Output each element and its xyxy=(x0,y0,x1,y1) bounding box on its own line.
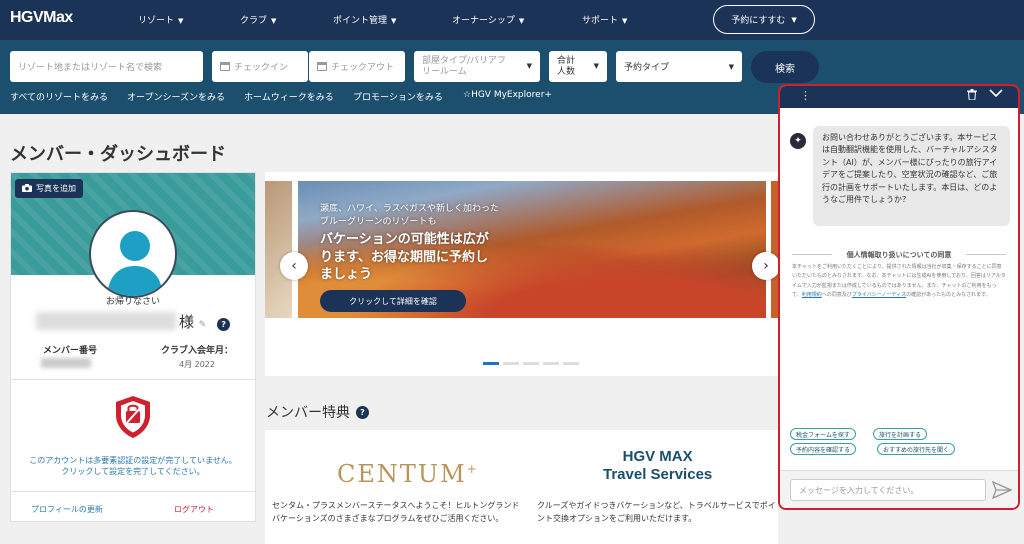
resort-search-input[interactable]: リゾート地またはリゾート名で検索 xyxy=(10,51,203,82)
carousel-next-arrow-icon[interactable]: › xyxy=(752,252,780,280)
more-options-icon[interactable]: ⋮ xyxy=(800,89,811,102)
link-all-resorts[interactable]: すべてのリゾートをみる xyxy=(10,90,108,103)
link-promotions[interactable]: プロモーションをみる xyxy=(353,90,443,103)
link-myexplorer[interactable]: ☆HGV MyExplorer+ xyxy=(463,90,552,100)
booking-type-select[interactable]: 予約タイプ ▼ xyxy=(616,51,742,82)
avatar xyxy=(89,210,177,298)
chat-panel: ⋮ ✦ お問い合わせありがとうございます。本サービスは自動翻訳機能を使用した、バ… xyxy=(778,84,1020,510)
benefits-title: メンバー特典 ? xyxy=(266,402,369,422)
search-button[interactable]: 検索 xyxy=(751,51,819,83)
centum-logo[interactable]: CENTUM+ xyxy=(337,460,479,488)
caret-down-icon: ▼ xyxy=(271,17,277,25)
caret-down-icon: ▼ xyxy=(593,62,599,71)
camera-icon xyxy=(22,183,32,194)
reserve-button[interactable]: 予約にすすむ ▼ xyxy=(713,5,815,34)
join-date-label: クラブ入会年月： xyxy=(161,346,234,356)
top-nav: HGVMax リゾート ▼ クラブ ▼ ポイント管理 ▼ オーナーシップ ▼ サポート ▼… xyxy=(0,0,1024,40)
caret-down-icon: ▼ xyxy=(178,17,184,25)
calendar-icon xyxy=(220,62,230,71)
slide-headline: バケーションの可能性は広がります、お得な期間に予約しましょう xyxy=(320,232,489,283)
carousel-dot[interactable] xyxy=(563,362,579,365)
privacy-consent-text: 本チャットをご利用いただくことにより、提供された情報は当社が収集・保存することに… xyxy=(792,264,1006,298)
trash-icon[interactable] xyxy=(967,89,977,103)
send-icon[interactable] xyxy=(991,480,1013,503)
link-home-week[interactable]: ホームウィークをみる xyxy=(244,90,334,103)
room-type-select[interactable]: 部屋タイプ/バリアフ リールーム ▼ xyxy=(414,51,540,82)
caret-down-icon: ▼ xyxy=(622,17,628,25)
carousel-dot[interactable] xyxy=(483,362,499,365)
edit-pencil-icon[interactable]: ✎ xyxy=(199,320,207,330)
nav-item-resorts[interactable]: リゾート ▼ xyxy=(138,13,183,26)
member-number-label: メンバー番号 xyxy=(43,346,98,356)
member-name-honorific: 様 ✎ ? xyxy=(179,311,231,332)
nav-item-ownership[interactable]: オーナーシップ ▼ xyxy=(452,13,524,26)
chat-input-bar: メッセージを入力してください。 xyxy=(780,470,1018,508)
mfa-warning-link[interactable]: このアカウントは多要素認証の設定が完了していません。 クリックして設定を完了してく… xyxy=(11,455,255,477)
quick-reply-recommend-destination[interactable]: おすすめの旅行先を聞く xyxy=(877,443,956,455)
ai-assistant-icon: ✦ xyxy=(790,133,806,149)
page-title: メンバー・ダッシュボード xyxy=(10,144,226,165)
caret-down-icon: ▼ xyxy=(518,17,525,25)
logout-link[interactable]: ログアウト xyxy=(174,504,214,515)
security-shield-icon[interactable] xyxy=(114,395,152,443)
quick-reply-check-reservation[interactable]: 予約内容を確認する xyxy=(790,443,857,455)
carousel-next-slide-image xyxy=(771,181,778,318)
slide-subtext: 瀬底、ハワイ、ラスベガスや新しく加わったブルーグリーンのリゾートも xyxy=(320,204,500,228)
privacy-consent-title: 個人情報取り扱いについての同意 xyxy=(846,251,952,259)
chat-header: ⋮ xyxy=(780,86,1018,108)
privacy-notice-link[interactable]: プライバシーノーティス xyxy=(852,292,906,298)
checkout-field[interactable]: チェックアウト xyxy=(309,51,405,82)
carousel-dot[interactable] xyxy=(523,362,539,365)
member-name-redacted xyxy=(36,312,176,330)
link-open-season[interactable]: オープンシーズンをみる xyxy=(127,90,225,103)
carousel-dots xyxy=(483,362,579,365)
caret-down-icon: ▼ xyxy=(728,62,734,71)
checkin-field[interactable]: チェックイン xyxy=(212,51,308,82)
carousel-prev-arrow-icon[interactable]: ‹ xyxy=(280,252,308,280)
caret-down-icon: ▼ xyxy=(526,62,532,71)
travel-services-description: クルーズやガイドつきバケーションなど、トラベルサービスでポイント交換オプションを… xyxy=(537,501,776,523)
chat-message-input[interactable]: メッセージを入力してください。 xyxy=(790,479,986,501)
quick-reply-tax-form[interactable]: 税金フォームを探す xyxy=(790,428,856,440)
carousel-dot[interactable] xyxy=(543,362,559,365)
terms-link[interactable]: 利用規約 xyxy=(802,292,822,298)
join-date-value: 4月 2022 xyxy=(179,360,215,369)
caret-down-icon: ▼ xyxy=(391,17,397,25)
nav-item-club[interactable]: クラブ ▼ xyxy=(240,13,276,26)
profile-card: 写真を追加 お帰りなさい 様 ✎ ? メンバー番号 クラブ入会年月： 4月 20… xyxy=(10,172,256,522)
carousel-prev-slide-image xyxy=(265,181,292,318)
nav-item-support[interactable]: サポート ▼ xyxy=(582,13,627,26)
nav-item-points[interactable]: ポイント管理 ▼ xyxy=(333,13,396,26)
centum-description: センタム・プラスメンバーステータスへようこそ！ヒルトングランドバケーションズのさ… xyxy=(272,501,520,523)
chat-message-bubble: お問い合わせありがとうございます。本サービスは自動翻訳機能を使用した、バーチャル… xyxy=(813,126,1010,226)
divider xyxy=(11,491,255,492)
slide-details-button[interactable]: クリックして詳細を確認 xyxy=(320,290,466,312)
benefits-panel: CENTUM+ HGV MAX Travel Services センタム・プラスメ… xyxy=(265,430,778,544)
add-photo-button[interactable]: 写真を追加 xyxy=(15,179,83,198)
calendar-icon xyxy=(317,62,327,71)
chevron-down-icon[interactable] xyxy=(989,87,1003,102)
member-number-redacted xyxy=(41,358,91,368)
profile-update-link[interactable]: プロフィールの更新 xyxy=(31,504,103,515)
help-icon[interactable]: ? xyxy=(356,405,369,419)
divider xyxy=(11,379,255,380)
hgv-max-travel-logo[interactable]: HGV MAX Travel Services xyxy=(603,448,712,484)
quick-reply-plan-trip[interactable]: 旅行を計画する xyxy=(873,428,928,440)
help-icon[interactable]: ? xyxy=(217,318,231,331)
promo-carousel: 瀬底、ハワイ、ラスベガスや新しく加わったブルーグリーンのリゾートも バケーション… xyxy=(265,172,780,376)
caret-down-icon: ▼ xyxy=(791,15,797,24)
carousel-dot[interactable] xyxy=(503,362,519,365)
hgv-max-logo[interactable]: HGVMax xyxy=(10,9,73,27)
guests-select[interactable]: 合計 人数 ▼ xyxy=(549,51,607,82)
